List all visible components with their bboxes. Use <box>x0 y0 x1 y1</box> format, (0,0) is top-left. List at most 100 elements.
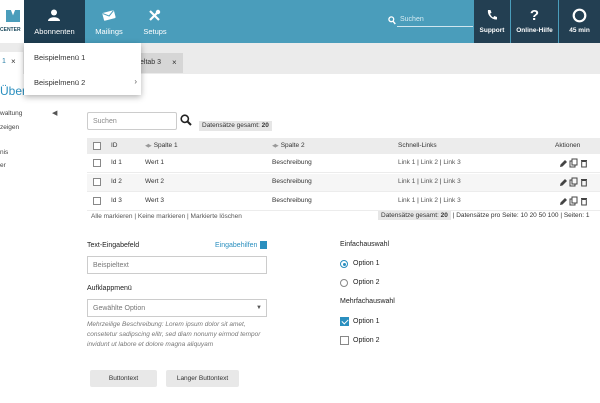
per-page-label: Datensätze pro Seite: <box>456 212 519 219</box>
table-search-input[interactable]: Suchen <box>87 112 177 130</box>
select-all-link[interactable]: Alle markieren <box>91 213 133 220</box>
table-row[interactable]: Id 3 Wert 3 Beschreibung Link 1 | Link 2… <box>87 193 600 211</box>
primary-button[interactable]: Buttontext <box>90 370 157 387</box>
single-choice-label: Einfachauswahl <box>340 241 390 248</box>
quick-link-2[interactable]: Link 2 <box>421 197 438 204</box>
edit-icon[interactable] <box>560 160 567 167</box>
logo[interactable]: CENTER <box>0 0 24 43</box>
edit-icon[interactable] <box>560 179 567 186</box>
checkbox-option-1[interactable] <box>340 317 349 326</box>
long-button[interactable]: Langer Buttontext <box>166 370 239 387</box>
header-spalte-2[interactable]: ◀▶ Spalte 2 <box>272 142 305 149</box>
input-help-link[interactable]: Eingabehilfen <box>215 242 257 249</box>
session-timer[interactable]: 45 min <box>559 0 600 43</box>
quick-link-2[interactable]: Link 2 <box>421 159 438 166</box>
sidebar-item[interactable]: nis <box>0 149 8 156</box>
header-spalte-1-label: Spalte 1 <box>153 142 178 149</box>
quick-link-1[interactable]: Link 1 <box>398 178 415 185</box>
header-spalte-1[interactable]: ◀▶ Spalte 1 <box>145 142 178 149</box>
quick-link-3[interactable]: Link 3 <box>443 197 460 204</box>
trash-icon[interactable] <box>581 160 587 168</box>
checkbox-option-2[interactable] <box>340 336 349 345</box>
sidebar-item[interactable]: waltung <box>0 110 22 117</box>
edit-icon[interactable] <box>560 198 567 205</box>
page-number[interactable]: 1 <box>586 212 590 219</box>
sort-icon: ◀▶ <box>272 143 279 149</box>
nav-abonnenten-label: Abonnenten <box>34 27 75 36</box>
tab-1[interactable]: 1 × <box>0 52 23 74</box>
per-page-option[interactable]: 20 <box>530 212 537 219</box>
sidebar-item[interactable]: er <box>0 162 6 169</box>
tab-3[interactable]: eltab 3 × <box>137 53 183 73</box>
menu-item-beispielmenu-2[interactable]: Beispielmenü 2 <box>34 78 85 87</box>
link-separator: | <box>439 197 442 204</box>
footer-count-value: 20 <box>440 212 448 219</box>
close-icon[interactable]: × <box>172 58 177 67</box>
support-button[interactable]: Support <box>474 0 510 43</box>
select-none-link[interactable]: Keine markieren <box>138 213 185 220</box>
checkbox-option-1-label: Option 1 <box>353 318 380 325</box>
user-icon <box>48 9 60 21</box>
table-search-placeholder: Suchen <box>93 118 117 125</box>
table-row[interactable]: Id 2 Wert 2 Beschreibung Link 1 | Link 2… <box>87 174 600 192</box>
sort-icon: ◀▶ <box>145 143 152 149</box>
copy-icon[interactable] <box>569 196 578 206</box>
row-checkbox[interactable] <box>93 178 101 186</box>
collapse-sidebar-icon[interactable]: ◀ <box>52 109 57 117</box>
text-field-label: Text-Eingabefeld <box>87 242 140 249</box>
table-row[interactable]: Id 1 Wert 1 Beschreibung Link 1 | Link 2… <box>87 155 600 173</box>
timer-icon <box>572 8 587 23</box>
per-page-option[interactable]: 10 <box>521 212 528 219</box>
trash-icon[interactable] <box>581 198 587 206</box>
per-page-option[interactable]: 50 <box>539 212 546 219</box>
cell-links: Link 1 | Link 2 | Link 3 <box>398 178 461 185</box>
header-id[interactable]: ID <box>111 142 118 149</box>
copy-icon[interactable] <box>569 158 578 168</box>
nav-setups[interactable]: Setups <box>133 0 177 43</box>
nav-mailings[interactable]: Mailings <box>85 0 133 43</box>
sidebar-item[interactable]: zeigen <box>0 124 19 131</box>
link-separator: | <box>417 178 419 185</box>
search-icon <box>388 16 396 25</box>
per-page-option[interactable]: 100 <box>548 212 559 219</box>
menu-item-beispielmenu-1[interactable]: Beispielmenü 1 <box>34 53 85 62</box>
row-checkbox[interactable] <box>93 159 101 167</box>
quick-link-1[interactable]: Link 1 <box>398 197 415 204</box>
download-icon[interactable] <box>260 241 267 249</box>
footer-separator: | <box>452 212 455 219</box>
link-separator: | <box>417 159 419 166</box>
tab-3-label: eltab 3 <box>140 59 162 66</box>
delete-selected-link[interactable]: Markierte löschen <box>191 213 242 220</box>
copy-icon[interactable] <box>569 177 578 187</box>
footer-separator: | <box>187 213 189 220</box>
pages-label: Seiten: <box>563 212 585 219</box>
link-separator: | <box>417 197 419 204</box>
cell-spalte-1: Wert 3 <box>145 197 165 204</box>
nav-abonnenten[interactable]: Abonnenten <box>24 0 85 43</box>
cell-spalte-1: Wert 1 <box>145 159 165 166</box>
cell-links: Link 1 | Link 2 | Link 3 <box>398 159 461 166</box>
select-label: Aufklappmenü <box>87 285 132 292</box>
search-icon[interactable] <box>180 114 192 126</box>
select-all-checkbox[interactable] <box>93 142 101 150</box>
radio-option-2-label: Option 2 <box>353 279 380 286</box>
quick-link-2[interactable]: Link 2 <box>421 178 438 185</box>
footer-count-label: Datensätze gesamt: <box>381 212 439 219</box>
radio-option-2[interactable] <box>340 279 348 287</box>
text-input[interactable]: Beispieltext <box>87 256 267 274</box>
text-input-value: Beispieltext <box>93 262 129 269</box>
option-select[interactable]: Gewählte Option ▼ <box>87 299 267 317</box>
trash-icon[interactable] <box>581 179 587 187</box>
quick-link-3[interactable]: Link 3 <box>443 159 460 166</box>
global-search-input[interactable]: Suchen <box>400 16 424 23</box>
online-help-button[interactable]: ? Online-Hilfe <box>511 0 558 43</box>
radio-option-1[interactable] <box>340 260 348 268</box>
cell-spalte-2: Beschreibung <box>272 197 312 204</box>
pagination: Datensätze gesamt: 20 | Datensätze pro S… <box>378 211 590 220</box>
quick-link-3[interactable]: Link 3 <box>443 178 460 185</box>
row-actions <box>560 158 587 168</box>
close-icon[interactable]: × <box>11 57 16 66</box>
quick-link-1[interactable]: Link 1 <box>398 159 415 166</box>
row-checkbox[interactable] <box>93 197 101 205</box>
global-search[interactable]: Suchen <box>388 15 473 27</box>
